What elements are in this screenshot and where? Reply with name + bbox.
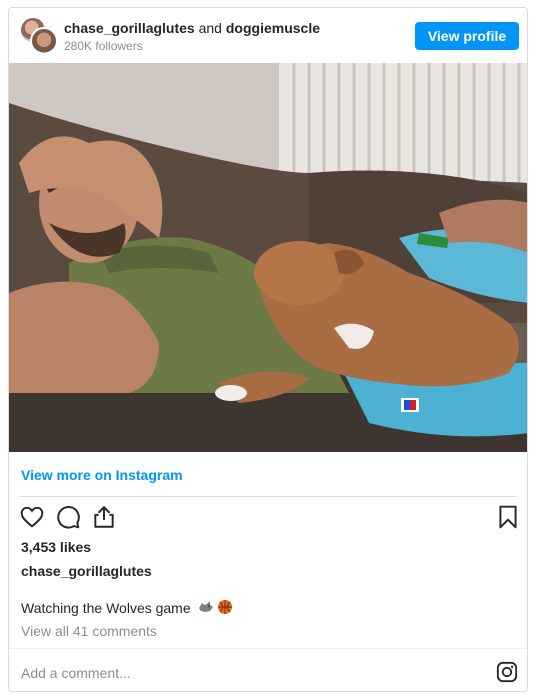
divider [19, 496, 517, 497]
wolf-icon [198, 599, 214, 618]
instagram-embed-card: chase_gorillaglutes and doggiemuscle 280… [8, 7, 528, 692]
caption-text: Watching the Wolves game [21, 600, 191, 616]
avatar[interactable] [30, 27, 58, 55]
comment-icon[interactable] [55, 504, 81, 530]
follower-count: 280K followers [64, 39, 143, 53]
connector-text: and [198, 20, 222, 36]
heart-icon[interactable] [19, 504, 45, 530]
view-profile-button[interactable]: View profile [415, 22, 519, 50]
view-all-comments-link[interactable]: View all 41 comments [21, 623, 157, 639]
add-comment-input[interactable] [19, 660, 323, 686]
post-owner-username[interactable]: chase_gorillaglutes [21, 563, 152, 579]
view-more-on-instagram-link[interactable]: View more on Instagram [21, 467, 183, 483]
action-bar [9, 504, 527, 532]
post-header: chase_gorillaglutes and doggiemuscle 280… [9, 8, 527, 63]
instagram-icon[interactable] [496, 661, 518, 683]
usernames: chase_gorillaglutes and doggiemuscle [64, 20, 320, 36]
username-link[interactable]: chase_gorillaglutes [64, 20, 195, 36]
avatar-group[interactable] [19, 16, 59, 56]
comment-bar [9, 648, 527, 691]
post-photo-illustration [9, 63, 527, 452]
like-count[interactable]: 3,453 likes [21, 539, 91, 555]
bookmark-icon[interactable] [495, 504, 521, 530]
basketball-icon [217, 599, 233, 618]
username-link[interactable]: doggiemuscle [226, 20, 320, 36]
share-icon[interactable] [91, 504, 117, 530]
post-image[interactable] [9, 63, 527, 452]
post-caption: Watching the Wolves game [21, 599, 233, 618]
